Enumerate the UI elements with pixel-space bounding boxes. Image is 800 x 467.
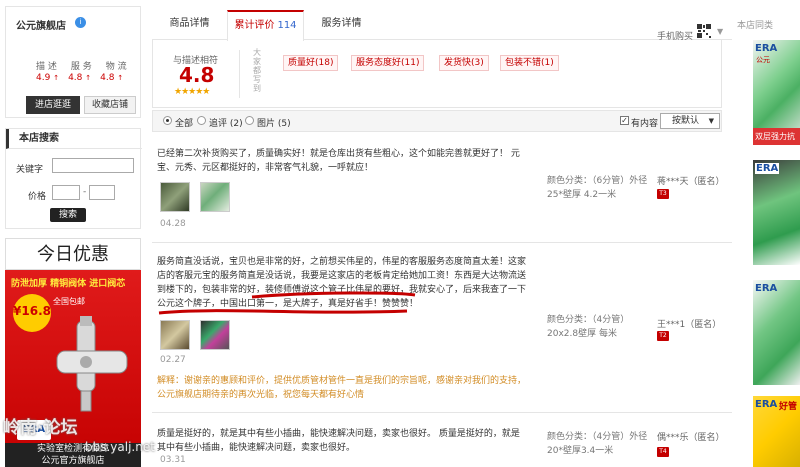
detail-tabs: 商品详情 累计评价 114 服务详情 手机购买 ▼ [152,10,732,42]
reviewer-name: 蒋***天（匿名） [657,177,725,187]
today-deals-title: 今日优惠 [5,238,141,270]
tab-reviews[interactable]: 累计评价 114 [227,10,304,41]
enter-shop-button[interactable]: 进店逛逛 [26,96,80,114]
tab-product-details[interactable]: 商品详情 [152,10,227,40]
overall-score: 4.8 [179,63,215,87]
rating-summary: 与描述相符 4.8 ★★★★★ 大家都写到 质量好(18) 服务态度好(11) … [152,40,722,108]
review-text: 已经第二次补货购买了，质量确实好！就是仓库出货有些粗心，这个如能完善就更好了！ … [157,149,520,173]
tab-service-details[interactable]: 服务详情 [304,10,379,40]
product-thumbnail[interactable]: ERA 好管 [753,396,800,467]
left-sidebar: 公元旗舰店 i 描 述 服 务 物 流 4.9 ↑ 4.8 ↑ 4.8 ↑ 进店… [0,0,145,467]
tag-shipping[interactable]: 发货快(3) [439,55,489,71]
era-logo: ERA [755,399,778,410]
price-dash: - [83,187,87,197]
divider [152,412,732,413]
product-spec: 颜色分类：（4分管）20x2.8壁厚 每米 [547,315,630,339]
product-thumbnail[interactable]: ERA [753,160,800,265]
forum-watermark: 岭南·论坛 [3,418,78,438]
shop-search-panel: 本店搜索 关键字 价格 - 搜索 [5,128,142,229]
reviewer-name: 偶***乐（匿名） [657,433,725,443]
price-min-input[interactable] [52,185,80,200]
similar-products-sidebar: 本店同类 ERA 公元 双层强力抗 ERA ERA ERA 好管 [733,0,800,467]
era-logo: ERA [755,43,778,54]
sort-dropdown[interactable]: 按默认 ▼ [660,113,720,129]
shop-rating-labels: 描 述 服 务 物 流 [36,59,136,72]
favorite-shop-button[interactable]: 收藏店铺 [84,96,136,114]
price-max-input[interactable] [89,185,115,200]
faucet-image [56,316,128,412]
rating-label-service: 服 务 [70,62,92,72]
product-thumbnail[interactable]: ERA [753,280,800,385]
rating-logistics: 4.8 ↑ [100,73,124,83]
rating-desc: 4.9 ↑ [36,73,60,83]
review-date: 04.28 [160,219,186,229]
era-logo: ERA [755,163,780,174]
chevron-down-icon: ▼ [708,117,714,125]
review-filter-bar: 全部 追评 (2) 图片 (5) ✓ 有内容 按默认 ▼ [152,110,722,132]
review-image[interactable] [200,182,230,212]
shop-rating-values: 4.9 ↑ 4.8 ↑ 4.8 ↑ [36,73,146,83]
info-icon[interactable]: i [75,17,86,28]
user-level-badge: T3 [657,189,669,199]
review-image[interactable] [200,320,230,350]
divider [239,50,240,98]
arrow-up-icon: ↑ [117,74,124,82]
review-count: 114 [277,20,297,31]
rating-label-desc: 描 述 [36,62,57,72]
review-date: 03.31 [160,455,186,465]
rating-label-logistics: 物 流 [105,62,127,72]
tag-quality[interactable]: 质量好(18) [283,55,339,71]
radio-images[interactable] [245,116,254,125]
promo-tag: 全国包邮 [53,297,85,306]
review-item: 已经第二次补货购买了，质量确实好！就是仓库出货有些粗心，这个如能完善就更好了！ … [157,147,727,232]
radio-followup[interactable] [197,116,206,125]
shop-name[interactable]: 公元旗舰店 [16,17,66,32]
star-rating: ★★★★★ [174,87,210,97]
review-panel: 商品详情 累计评价 114 服务详情 手机购买 ▼ 与描述相符 4.8 ★★★★★… [152,0,732,467]
has-content-label[interactable]: 有内容 [631,116,658,129]
product-banner: 双层强力抗 [753,128,800,145]
radio-all[interactable] [163,116,172,125]
chevron-down-icon[interactable]: ▼ [717,27,723,36]
search-button[interactable]: 搜索 [50,208,86,222]
user-level-badge: T2 [657,331,669,341]
radio-all-label[interactable]: 全部 [175,116,193,129]
user-level-badge: T4 [657,447,669,457]
keyword-label: 关键字 [16,165,44,175]
tag-packaging[interactable]: 包装不错(1) [500,55,559,71]
review-image[interactable] [160,320,190,350]
product-thumbnail[interactable]: ERA 公元 双层强力抗 [753,40,800,145]
product-spec: 颜色分类：（6分管）外径25*壁厚 4.2一米 [547,176,648,200]
tag-service[interactable]: 服务态度好(11) [351,55,425,71]
arrow-up-icon: ↑ [53,74,60,82]
rating-service: 4.8 ↑ [68,73,92,83]
forum-watermark-url: bbs.yalj.net [85,440,155,454]
has-content-checkbox[interactable]: ✓ [620,116,629,125]
review-date: 02.27 [160,355,186,365]
era-logo: ERA [755,283,778,294]
review-item: 质量是挺好的，就是其中有些小插曲，能快速解决问题，卖家也很好。 质量是挺好的，就… [157,427,727,467]
review-image[interactable] [160,182,190,212]
radio-followup-label[interactable]: 追评 (2) [209,116,243,129]
product-spec: 颜色分类：（4分管）外径20*壁厚3.4一米 [547,432,648,456]
seller-explanation: 解释：谢谢亲的惠顾和评价，提供优质管材管件一直是我们的宗旨呢，感谢亲对我们的支持… [157,376,527,400]
similar-products-title: 本店同类 [737,21,774,31]
qr-code-icon[interactable] [697,24,711,38]
divider [152,242,732,243]
everyone-wrote-label: 大家都写到 [253,48,261,93]
handwritten-underline [158,291,416,315]
review-text: 质量是挺好的，就是其中有些小插曲，能快速解决问题，卖家也很好。 质量是挺好的，就… [157,429,520,453]
search-panel-title: 本店搜索 [6,129,142,149]
arrow-up-icon: ↑ [85,74,92,82]
radio-images-label[interactable]: 图片 (5) [257,116,291,129]
reviewer-name: 王***1（匿名） [657,320,722,330]
price-label: 价格 [28,192,47,202]
promo-slogan: 防泄加厚 精铜阀体 进口阀芯 [11,279,126,289]
promo-price: ¥16.8 [13,294,51,332]
shop-card: 公元旗舰店 i 描 述 服 务 物 流 4.9 ↑ 4.8 ↑ 4.8 ↑ 进店… [5,6,141,118]
keyword-input[interactable] [52,158,134,173]
